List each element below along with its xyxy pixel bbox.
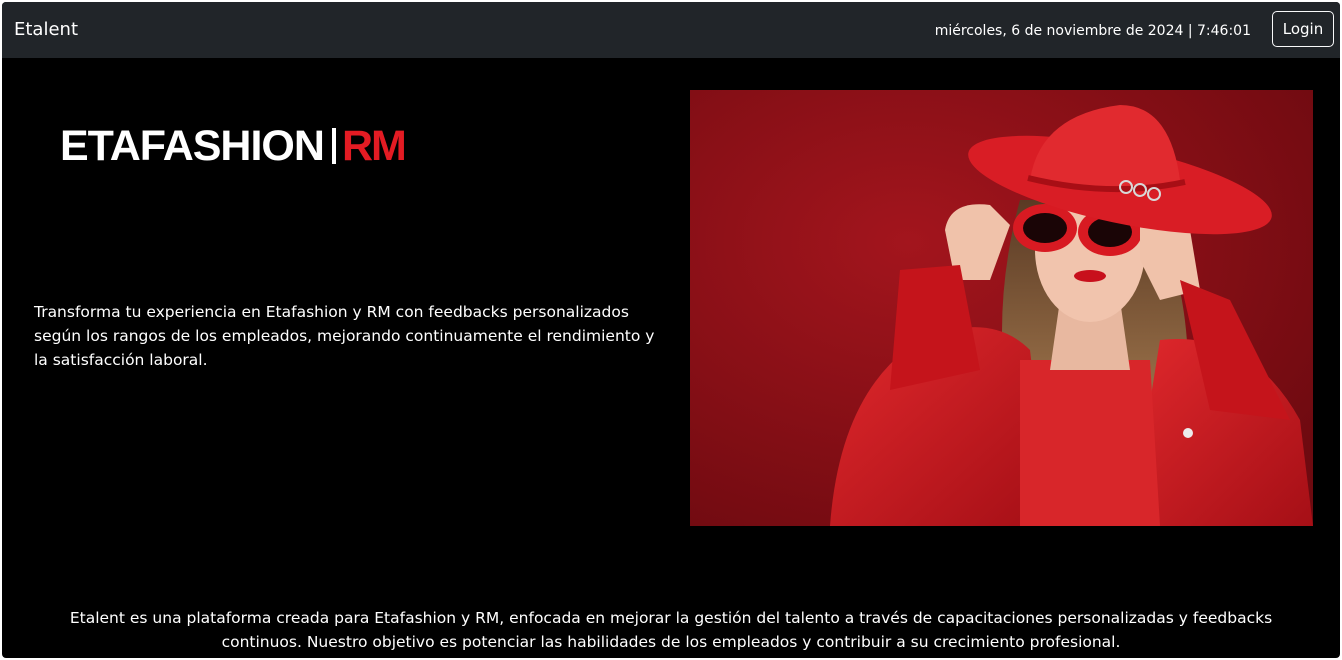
current-datetime: miércoles, 6 de noviembre de 2024 | 7:46… [934, 23, 1251, 39]
logo-etafashion-text: ETAFASHION [60, 122, 325, 170]
logo-divider [331, 128, 336, 164]
logo-rm-text: RM [341, 122, 407, 170]
hero-image [690, 90, 1313, 526]
top-navbar: Etalent miércoles, 6 de noviembre de 202… [2, 2, 1340, 58]
page-frame: Etalent miércoles, 6 de noviembre de 202… [2, 2, 1340, 658]
hero-illustration [690, 90, 1313, 526]
login-button[interactable]: Login [1272, 11, 1334, 47]
intro-paragraph: Transforma tu experiencia en Etafashion … [34, 302, 655, 369]
navbar-brand[interactable]: Etalent [14, 18, 78, 42]
etafashion-rm-logo: ETAFASHION RM [60, 122, 407, 170]
about-paragraph: Etalent es una plataforma creada para Et… [69, 608, 1273, 651]
